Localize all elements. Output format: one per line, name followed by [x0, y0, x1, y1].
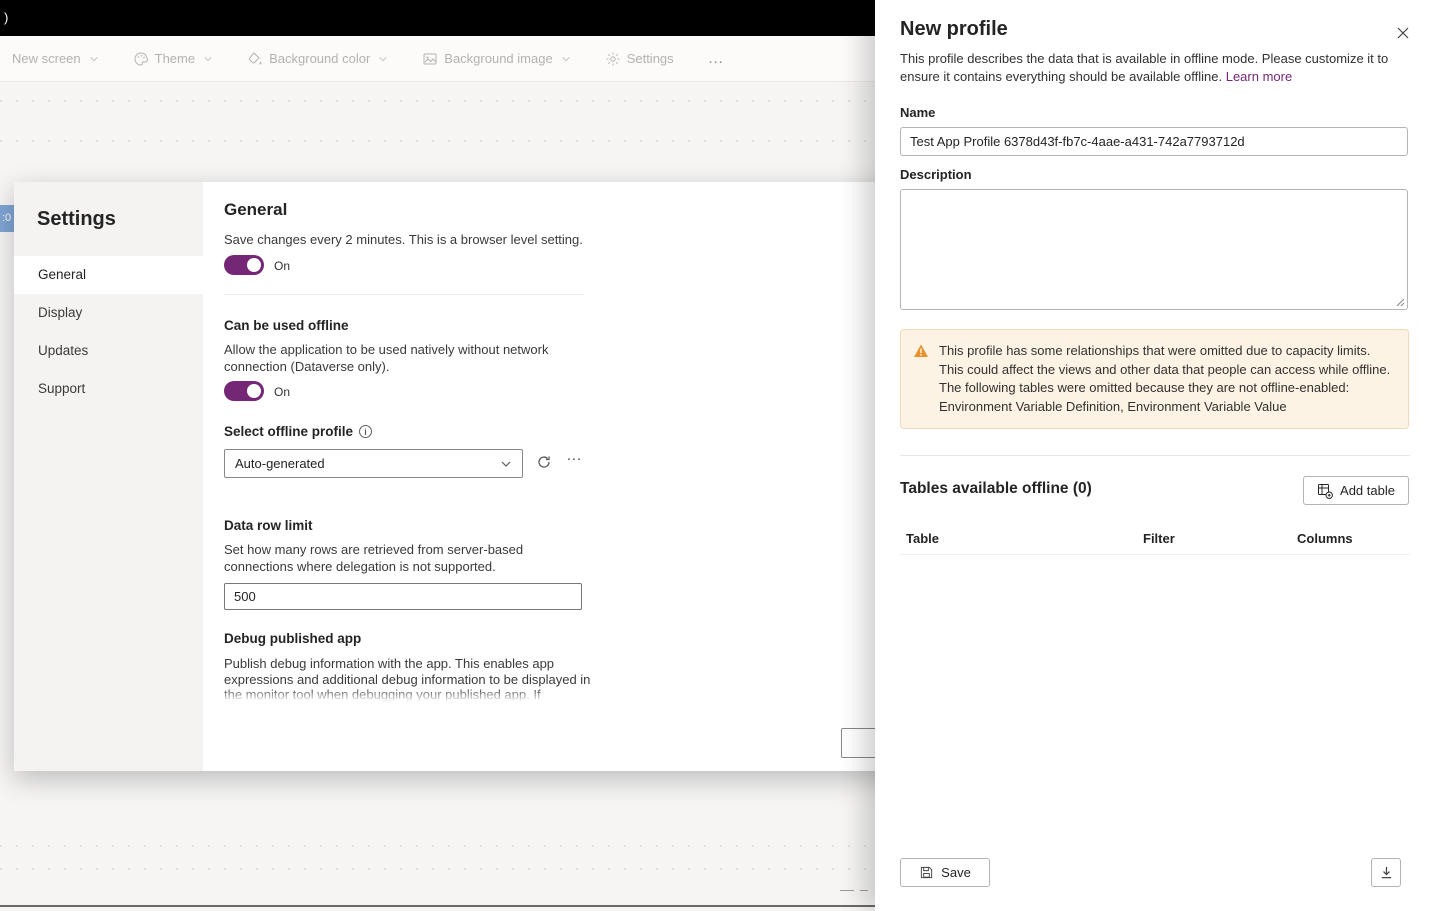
- chevron-down-icon: [501, 461, 511, 467]
- settings-nav-support[interactable]: Support: [14, 370, 203, 408]
- zoom-tick: –: [860, 881, 868, 897]
- intro-text: This profile describes the data that is …: [900, 51, 1389, 84]
- add-table-label: Add table: [1340, 483, 1395, 498]
- data-row-limit-input[interactable]: [224, 583, 582, 610]
- gear-icon: [606, 52, 620, 65]
- learn-more-link[interactable]: Learn more: [1226, 69, 1292, 84]
- chevron-down-icon: [89, 56, 98, 61]
- settings-nav-updates[interactable]: Updates: [14, 332, 203, 370]
- new-screen-label: New screen: [12, 51, 81, 66]
- download-icon: [1381, 866, 1391, 879]
- panel-intro-text: This profile describes the data that is …: [900, 50, 1398, 86]
- debug-app-description: Publish debug information with the app. …: [224, 656, 591, 702]
- data-row-limit-title: Data row limit: [224, 518, 313, 533]
- image-icon: [423, 53, 437, 64]
- background-image-label: Background image: [444, 51, 553, 66]
- panel-section-divider: [900, 455, 1410, 456]
- canvas-zoom-controls[interactable]: — –: [840, 881, 874, 897]
- save-profile-button[interactable]: Save: [900, 858, 990, 887]
- profile-more-options-button[interactable]: …: [566, 447, 583, 465]
- new-profile-panel: New profile This profile describes the d…: [875, 0, 1432, 911]
- offline-profile-label: Select offline profile i: [224, 424, 373, 439]
- panel-title: New profile: [900, 18, 1008, 40]
- data-row-limit-description: Set how many rows are retrieved from ser…: [224, 542, 524, 574]
- section-divider: [224, 294, 584, 295]
- theme-icon: [134, 51, 148, 66]
- column-header-filter: Filter: [1143, 531, 1175, 546]
- table-add-icon: [1318, 483, 1333, 499]
- settings-nav-display[interactable]: Display: [14, 294, 203, 332]
- offline-profile-label-text: Select offline profile: [224, 424, 354, 439]
- profile-description-field: [900, 189, 1408, 310]
- paint-bucket-icon: [248, 51, 262, 64]
- refresh-profiles-button[interactable]: [536, 454, 552, 473]
- chevron-down-icon: [204, 56, 212, 61]
- title-text-fragment: ): [4, 10, 9, 25]
- add-table-button[interactable]: Add table: [1303, 476, 1409, 505]
- background-image-button[interactable]: Background image: [422, 51, 570, 67]
- offline-profile-selected-value: Auto-generated: [235, 456, 325, 471]
- refresh-icon: [538, 456, 550, 468]
- debug-app-title: Debug published app: [224, 631, 362, 646]
- debug-app-description-clip: Publish debug information with the app. …: [224, 656, 594, 702]
- app-window: ) New screen Theme Background color Back…: [0, 0, 1432, 911]
- tree-selected-item-fragment[interactable]: :0: [0, 205, 15, 232]
- tables-available-heading: Tables available offline (0): [900, 480, 1092, 497]
- settings-dialog-title: Settings: [37, 208, 116, 230]
- toolbar-overflow-button[interactable]: …: [708, 50, 725, 68]
- general-section-heading: General: [224, 200, 288, 219]
- settings-button[interactable]: Settings: [605, 51, 674, 67]
- chevron-down-icon: [562, 56, 570, 61]
- zoom-out-icon[interactable]: —: [840, 881, 854, 897]
- save-icon: [921, 866, 933, 879]
- offline-description: Allow the application to be used nativel…: [224, 342, 549, 374]
- new-screen-button[interactable]: New screen: [12, 51, 99, 66]
- autosave-toggle[interactable]: [224, 255, 264, 275]
- settings-label: Settings: [626, 51, 674, 66]
- autosave-description: Save changes every 2 minutes. This is a …: [224, 232, 583, 247]
- column-header-table: Table: [906, 531, 939, 546]
- offline-profile-dropdown[interactable]: Auto-generated: [224, 449, 523, 478]
- theme-button[interactable]: Theme: [133, 51, 213, 67]
- theme-label: Theme: [154, 51, 196, 66]
- offline-toggle[interactable]: [224, 381, 264, 401]
- download-profile-button[interactable]: [1371, 858, 1401, 887]
- panel-close-button[interactable]: [1393, 23, 1413, 43]
- capacity-warning-banner: This profile has some relationships that…: [900, 329, 1409, 429]
- close-icon: [1397, 27, 1409, 39]
- settings-nav-general[interactable]: General: [14, 256, 203, 294]
- chevron-down-icon: [379, 56, 387, 61]
- save-button-label: Save: [941, 865, 971, 880]
- description-label: Description: [900, 167, 972, 182]
- background-color-label: Background color: [269, 51, 371, 66]
- profile-name-input[interactable]: [900, 127, 1408, 156]
- column-header-columns: Columns: [1297, 531, 1353, 546]
- overflow-ellipsis: …: [707, 49, 725, 67]
- warning-text: This profile has some relationships that…: [939, 343, 1391, 414]
- offline-section-title: Can be used offline: [224, 318, 349, 333]
- settings-dialog: Settings General Display Updates Support…: [14, 182, 941, 771]
- profile-description-input[interactable]: [901, 190, 1407, 309]
- more-ellipsis: …: [566, 447, 583, 464]
- info-icon[interactable]: i: [359, 425, 373, 438]
- table-header-divider: [900, 554, 1410, 555]
- name-label: Name: [900, 105, 936, 120]
- autosave-toggle-state: On: [274, 259, 291, 273]
- warning-icon: [914, 344, 928, 357]
- offline-toggle-state: On: [274, 385, 291, 399]
- background-color-button[interactable]: Background color: [247, 51, 388, 67]
